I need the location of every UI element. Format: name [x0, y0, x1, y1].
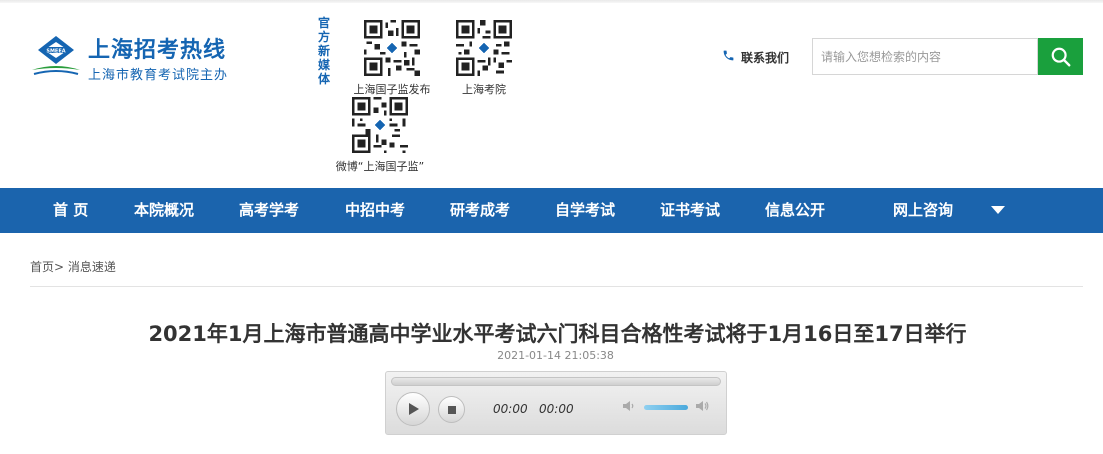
mute-icon[interactable]	[622, 399, 636, 413]
logo-subtitle: 上海市教育考试院主办	[88, 68, 229, 83]
audio-player: 00:00 00:00	[385, 371, 727, 435]
qr-caption: 微博“上海国子监”	[335, 160, 425, 173]
qr-kaoyuan[interactable]: 上海考院	[444, 20, 524, 97]
qr-weibo[interactable]: 微博“上海国子监”	[324, 97, 436, 174]
nav-item-consult[interactable]: 网上咨询	[893, 188, 953, 233]
volume-max-icon[interactable]	[695, 399, 709, 413]
contact-us-label: 联系我们	[741, 51, 790, 65]
qr-caption: 上海国子监发布	[353, 83, 431, 96]
qr-code-icon	[456, 20, 512, 76]
audio-progress-bar[interactable]	[391, 377, 721, 386]
content-divider	[30, 286, 1083, 287]
nav-item-home[interactable]: 首 页	[53, 188, 88, 233]
nav-dropdown-caret-icon[interactable]	[991, 206, 1005, 214]
current-time: 00:00	[493, 402, 528, 416]
play-icon	[409, 403, 419, 415]
logo-title: 上海招考热线	[88, 38, 227, 63]
nav-item-yankao[interactable]: 研考成考	[450, 188, 510, 233]
nav-item-zixue[interactable]: 自学考试	[555, 188, 615, 233]
logo-emblem-icon: SMEEA	[32, 36, 80, 75]
main-nav: 首 页 本院概况 高考学考 中招中考 研考成考 自学考试 证书考试 信息公开 网…	[0, 188, 1103, 233]
stop-icon	[447, 405, 456, 414]
contact-us-link[interactable]: 联系我们	[722, 49, 789, 66]
breadcrumb-separator: >	[54, 260, 65, 274]
breadcrumb-home[interactable]: 首页	[30, 260, 54, 274]
nav-item-disclosure[interactable]: 信息公开	[765, 188, 825, 233]
nav-item-about[interactable]: 本院概况	[134, 188, 194, 233]
qr-code-icon	[352, 97, 408, 153]
article-date: 2021-01-14 21:05:38	[497, 349, 614, 362]
search-icon	[1051, 47, 1070, 66]
breadcrumb-current[interactable]: 消息速递	[68, 260, 116, 274]
duration-time: 00:00	[539, 402, 574, 416]
phone-icon	[722, 49, 735, 66]
article-title: 2021年1月上海市普通高中学业水平考试六门科目合格性考试将于1月16日至17日…	[148, 322, 967, 346]
site-logo[interactable]: SMEEA 上海招考热线 上海市教育考试院主办	[30, 30, 240, 85]
qr-code-icon	[364, 20, 420, 76]
qr-guozijian[interactable]: 上海国子监发布	[347, 20, 437, 97]
new-media-label: 官方新媒体	[318, 16, 331, 86]
nav-item-gaokao[interactable]: 高考学考	[239, 188, 299, 233]
nav-item-zhongkao[interactable]: 中招中考	[345, 188, 405, 233]
volume-slider[interactable]	[644, 405, 688, 410]
search-input[interactable]	[812, 38, 1038, 75]
play-button[interactable]	[396, 392, 430, 426]
stop-button[interactable]	[438, 396, 465, 423]
qr-caption: 上海考院	[462, 83, 506, 96]
breadcrumb: 首页> 消息速递	[30, 258, 116, 275]
svg-text:SMEEA: SMEEA	[46, 48, 65, 54]
nav-item-certificate[interactable]: 证书考试	[660, 188, 720, 233]
search-button[interactable]	[1038, 38, 1083, 75]
top-rule	[0, 0, 1103, 3]
